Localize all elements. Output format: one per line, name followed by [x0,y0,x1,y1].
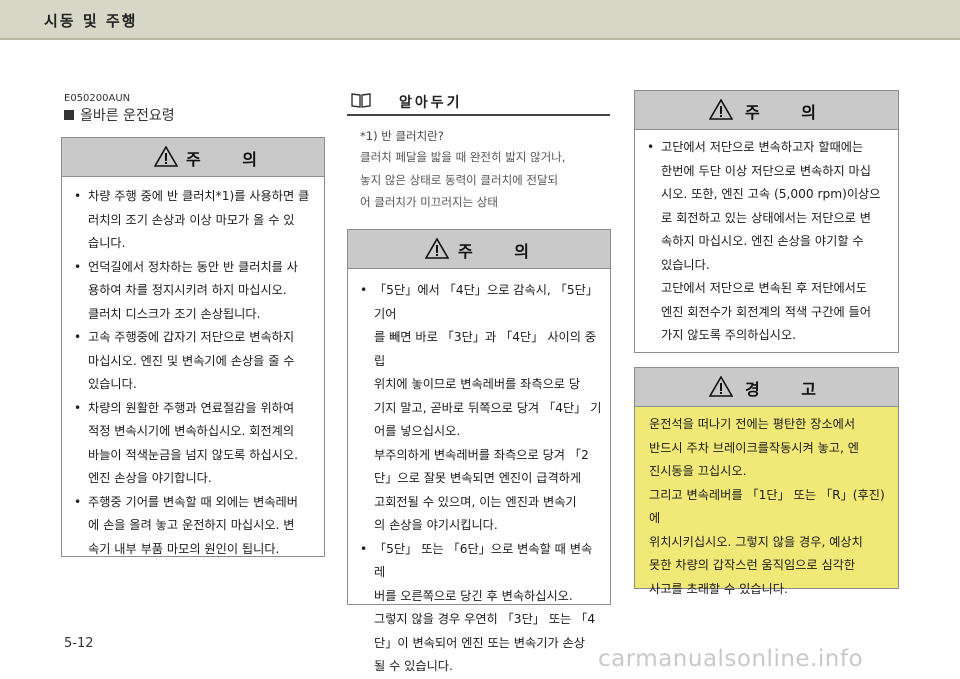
book-icon [351,93,371,108]
caution-item-line: 에 손을 올려 놓고 운전하지 마십시오. 변 [88,518,295,532]
caution-item-line: 버를 오른쪽으로 당긴 후 변속하십시오. [374,588,573,603]
caution-header: 주 의 [62,138,324,177]
memo-line: 놓지 않은 상태로 동력이 클러치에 전달되 [360,172,559,187]
warning-header: 경 고 [635,368,898,407]
page-number: 5-12 [64,636,94,651]
section-code: E050200AUN [64,93,131,104]
warning-line: 운전석을 떠나기 전에는 평탄한 장소에서 [649,417,856,431]
caution-item-line: 있습니다. [88,377,137,391]
caution-item-line: 로 회전하고 있는 상태에서는 저단으로 변 [661,210,871,225]
memo-term: *1) 반 클러치란? [360,129,444,143]
caution-item-line: 바늘이 적색눈금을 넘지 않도록 하십시오. [88,447,298,462]
caution-item: 고단에서 저단으로 변속하고자 할때에는 [647,136,890,160]
caution-heading: 주 의 [186,150,276,169]
caution-item-line: 엔진 손상을 야기합니다. [88,471,212,485]
caution-item-line: 고회전될 수 있으며, 이는 엔진과 변속기 [374,494,577,509]
warning-line: 못한 차량의 갑작스런 움직임으로 심각한 [649,558,856,572]
caution-item-line: 있습니다. [661,257,710,272]
caution-item: 차량의 원활한 주행과 연료절감을 위하여 [74,397,316,421]
header-title: 시동 및 주행 [44,12,138,30]
caution-box-middle: 주 의 「5단」에서 「4단」으로 감속시, 「5단」 기어 를 빼면 바로 「… [347,229,611,673]
memo-title: 알아두기 [399,95,463,111]
caution-item-line: 러치의 조기 손상과 이상 마모가 올 수 있 [88,212,295,227]
caution-item-line: 어를 넣으십시오. [374,424,461,438]
warning-line: 진시동을 끄십시오. [649,464,747,478]
page-header: 시동 및 주행 [0,0,960,38]
warning-line: 위치시키십시오. 그렇지 않을 경우, 예상치 [649,534,863,549]
caution-item: 언덕길에서 정차하는 동안 반 클러치를 사 [74,256,316,280]
caution-header: 주 의 [348,230,610,269]
caution-item-line: 속하지 마십시오. 엔진 손상을 야기할 수 [661,234,864,248]
caution-item-line: 습니다. [88,236,126,250]
caution-item-line: 기지 말고, 곧바로 뒤쪽으로 당겨 「4단」 기 [374,400,602,415]
caution-item-line: 가지 않도록 주의하십시오. [661,328,796,342]
warning-triangle-icon [709,376,733,397]
caution-item-line: 부주의하게 변속레버를 좌측으로 당겨 「2 [374,447,589,462]
memo-body: 클러치 페달을 밟을 때 완전히 밟지 않거나, 놓지 않은 상태로 동력이 클… [360,146,608,214]
caution-item-line: 용하여 차를 정지시키려 하지 마십시오. [88,283,287,297]
caution-item-line: 될 수 있습니다. [374,659,453,673]
caution-item: 고속 주행중에 갑자기 저단으로 변속하지 [74,326,316,350]
caution-item-line: 마십시오. 엔진 및 변속기에 손상을 줄 수 [88,353,295,368]
warning-body: 운전석을 떠나기 전에는 평탄한 장소에서 반드시 주차 브레이크를작동시켜 놓… [635,407,898,601]
caution-heading: 주 의 [745,103,835,122]
header-divider [0,38,960,40]
warning-triangle-icon [154,146,178,167]
warning-triangle-icon [709,99,733,120]
caution-box-right: 주 의 고단에서 저단으로 변속하고자 할때에는 한번에 두단 이상 저단으로 … [634,90,899,353]
caution-item-line: 위치에 놓이므로 변속레버를 좌측으로 당 [374,377,581,391]
warning-heading: 경 고 [745,380,835,399]
caution-item-line: 단」이 변속되어 엔진 또는 변속기가 손상 [374,635,585,650]
caution-body: 「5단」에서 「4단」으로 감속시, 「5단」 기어 를 빼면 바로 「3단」과… [348,269,610,679]
memo-line: 클러치 페달을 밟을 때 완전히 밟지 않거나, [360,150,566,164]
caution-item-line: 속기 내부 부품 마모의 원인이 됩니다. [88,541,280,556]
caution-item-line: 적정 변속시기에 변속하십시오. 회전계의 [88,424,295,438]
caution-item: 「5단」에서 「4단」으로 감속시, 「5단」 기어 [360,279,602,326]
caution-item-line: 한번에 두단 이상 저단으로 변속하지 마십 [661,163,871,178]
caution-item: 차량 주행 중에 반 클러치*1)를 사용하면 클 [74,185,316,209]
caution-body: 고단에서 저단으로 변속하고자 할때에는 한번에 두단 이상 저단으로 변속하지… [635,130,898,348]
memo-line: 어 클러치가 미끄러지는 상태 [360,195,498,209]
square-bullet-icon [64,110,74,120]
warning-box: 경 고 운전석을 떠나기 전에는 평탄한 장소에서 반드시 주차 브레이크를작동… [634,367,899,596]
caution-item-line: 엔진 회전수가 회전계의 적색 구간에 들어 [661,304,871,319]
watermark: carmanualsonline.info [598,646,864,672]
memo-header: 알아두기 [347,90,610,116]
caution-item-line: 시오. 또한, 엔진 고속 (5,000 rpm)이상으 [661,187,881,201]
caution-item-line: 고단에서 저단으로 변속된 후 저단에서도 [661,281,868,295]
caution-header: 주 의 [635,91,898,130]
caution-item-line: 클러치 디스크가 조기 손상됩니다. [88,306,261,321]
caution-item-line: 단」으로 잘못 변속되면 엔진이 급격하게 [374,471,582,485]
section-title-row: 올바른 운전요령 [64,105,175,125]
caution-item: 주행중 기어를 변속할 때 외에는 변속레버 [74,491,316,515]
caution-heading: 주 의 [458,242,548,261]
caution-item-line: 의 손상을 야기시킵니다. [374,518,498,532]
caution-item-line: 를 빼면 바로 「3단」과 「4단」 사이의 중립 [374,330,597,368]
caution-body: 차량 주행 중에 반 클러치*1)를 사용하면 클 러치의 조기 손상과 이상 … [62,177,324,561]
caution-item: 「5단」 또는 「6단」으로 변속할 때 변속 레 [360,538,602,585]
warning-triangle-icon [425,238,449,259]
section-title: 올바른 운전요령 [80,108,175,124]
warning-line: 반드시 주차 브레이크를작동시켜 놓고, 엔 [649,440,859,455]
caution-item-line: 그렇지 않을 경우 우연히 「3단」 또는 「4 [374,612,596,626]
warning-line: 그리고 변속레버를 「1단」 또는 「R」(후진)에 [649,487,885,526]
caution-box-left: 주 의 차량 주행 중에 반 클러치*1)를 사용하면 클 러치의 조기 손상과… [61,137,325,557]
warning-line: 사고를 초래할 수 있습니다. [649,581,788,596]
